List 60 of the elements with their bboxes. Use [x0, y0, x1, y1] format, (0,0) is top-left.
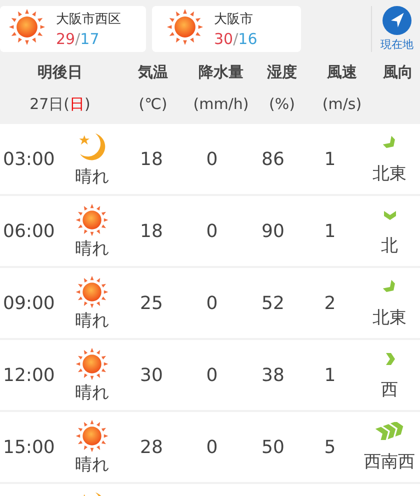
weather-text: 晴れ [75, 310, 109, 332]
column-unit: (%) [269, 95, 295, 113]
sun-icon [75, 202, 109, 236]
date-label: 27日(日) [30, 94, 90, 114]
temperature-cell: 28 [140, 436, 163, 458]
precipitation-cell: 0 [206, 292, 218, 314]
weather-text: 晴れ [75, 166, 109, 188]
column-title: 気温 [138, 62, 168, 82]
wind-direction-text: 北 [381, 234, 398, 256]
location-card[interactable]: 大阪市 30/16 [152, 6, 301, 52]
wind-direction-text: 西南西 [364, 450, 415, 472]
temperature-range: 30/16 [214, 30, 258, 48]
location-name: 大阪市 [214, 11, 254, 28]
humidity-cell: 90 [262, 220, 284, 242]
wind-direction-text: 北東 [372, 162, 406, 184]
wind-speed-cell: 5 [324, 436, 336, 458]
time-cell-text: 12:00 [2, 364, 55, 386]
column-unit: (m/s) [322, 95, 362, 113]
temperature-cell: 18 [140, 220, 163, 242]
location-card[interactable]: 大阪市西区 29/17 [0, 6, 146, 52]
time-cell-text: 03:00 [2, 148, 55, 170]
sun-icon [75, 274, 109, 308]
column-unit: (℃) [138, 95, 168, 113]
wind-speed-cell: 1 [324, 364, 336, 386]
wind-direction-text: 西 [381, 378, 398, 400]
column-title: 降水量 [198, 62, 244, 82]
humidity-cell: 52 [262, 292, 284, 314]
precipitation-cell: 0 [206, 220, 218, 242]
temperature-range: 29/17 [56, 30, 100, 48]
precipitation-cell: 0 [206, 148, 218, 170]
sun-icon [166, 8, 204, 46]
temperature-cell: 30 [140, 364, 163, 386]
weather-text: 晴れ [75, 238, 109, 260]
wind-direction-text: 北東 [372, 306, 406, 328]
column-title: 風向 [383, 62, 413, 82]
wind-speed-cell: 2 [324, 292, 336, 314]
humidity-cell: 50 [262, 436, 284, 458]
current-location-button[interactable]: 現在地 [371, 6, 416, 52]
time-cell-text: 09:00 [2, 292, 55, 314]
wind-speed-cell: 1 [324, 148, 336, 170]
wind-chevron-icon [374, 422, 404, 440]
sun-icon [75, 346, 109, 380]
time-cell-text: 15:00 [2, 436, 55, 458]
temperature-cell: 25 [140, 292, 163, 314]
precipitation-cell: 0 [206, 436, 218, 458]
column-title: 風速 [327, 62, 357, 82]
column-title: 湿度 [267, 62, 297, 82]
humidity-cell: 38 [262, 364, 284, 386]
temperature-cell: 18 [140, 148, 163, 170]
location-name: 大阪市西区 [56, 11, 121, 28]
weather-text: 晴れ [75, 454, 109, 476]
sun-icon [8, 8, 46, 46]
humidity-cell: 86 [262, 148, 284, 170]
time-cell-text: 06:00 [2, 220, 55, 242]
day-label: 明後日 [38, 62, 82, 82]
wind-speed-cell: 1 [324, 220, 336, 242]
weather-text: 晴れ [75, 382, 109, 404]
precipitation-cell: 0 [206, 364, 218, 386]
column-unit: (mm/h) [193, 95, 249, 113]
sun-icon [75, 418, 109, 452]
